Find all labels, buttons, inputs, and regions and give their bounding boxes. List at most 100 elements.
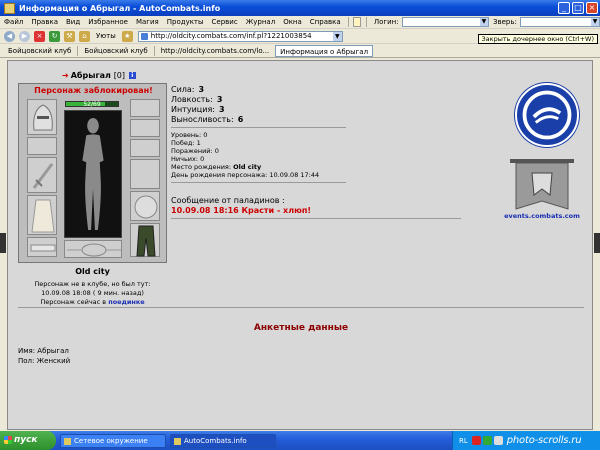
taskbar-item-autocombats[interactable]: AutoCombats.info [170, 433, 276, 448]
belt-icon [30, 244, 56, 252]
birthplace-label: Место рождения: [171, 163, 232, 171]
page-content: ➔ Абрыгал [0] i Персонаж заблокирован! 52… [7, 60, 593, 430]
menu-edit[interactable]: Правка [27, 18, 62, 26]
helmet-slot[interactable] [27, 99, 57, 135]
minimize-button[interactable]: _ [558, 2, 570, 14]
close-button[interactable]: × [586, 2, 598, 14]
taskbar-item-network[interactable]: Сетевое окружение [60, 433, 166, 448]
ornament-icon [67, 243, 121, 257]
info-icon[interactable]: i [128, 72, 136, 79]
gloves-slot[interactable] [130, 159, 160, 189]
menu-view[interactable]: Вид [62, 18, 84, 26]
stat-value: 3 [218, 105, 225, 114]
stat-agility: Ловкость: 3 [171, 95, 243, 105]
paladin-title: Сообщение от паладинов : [171, 196, 285, 205]
stat-value: 6 [237, 115, 244, 124]
section-divider [18, 307, 584, 308]
earrings-slot[interactable] [130, 99, 160, 117]
menu-help[interactable]: Справка [306, 18, 345, 26]
detail-birthday: День рождения персонажа: 10.09.08 17:44 [171, 171, 320, 179]
location-prefix: Персонаж сейчас в [40, 298, 107, 306]
tab-separator [153, 45, 155, 56]
language-indicator[interactable]: RL [459, 437, 468, 445]
stats-divider [171, 127, 346, 128]
bracers-slot[interactable] [27, 137, 57, 155]
smiley-icon[interactable] [353, 17, 362, 27]
menu-file[interactable]: Файл [0, 18, 27, 26]
stat-label: Выносливость: [171, 115, 234, 124]
stat-strength: Сила: 3 [171, 85, 243, 95]
helmet-icon [33, 104, 53, 131]
tray-icon[interactable] [471, 436, 481, 445]
stat-label: Ловкость: [171, 95, 213, 104]
login-combo[interactable]: ▼ [401, 17, 489, 27]
favorites-icon[interactable]: ★ [121, 30, 133, 42]
detail-draws: Ничьих: 0 [171, 155, 205, 163]
refresh-icon[interactable]: ↻ [49, 30, 60, 42]
stop-icon[interactable]: × [34, 30, 45, 42]
armor-slot[interactable] [27, 195, 57, 235]
details-divider [171, 182, 346, 183]
character-stats: Сила: 3 Ловкость: 3 Интуиция: 3 Выносливост… [171, 85, 243, 125]
menu-service[interactable]: Сервис [208, 18, 242, 26]
tray-icon[interactable] [493, 436, 503, 445]
tab-combats-2[interactable]: Бойцовский клуб [80, 45, 151, 57]
tab-oldcity[interactable]: http://oldcity.combats.com/lo... [157, 45, 273, 57]
detail-level: Уровень: 0 [171, 131, 208, 139]
tab-combats-1[interactable]: Бойцовский клуб [4, 45, 75, 57]
paladin-emblem-icon [522, 90, 572, 140]
start-button[interactable]: пуск [0, 431, 56, 450]
maximize-button[interactable]: □ [572, 2, 584, 14]
character-silhouette [64, 110, 122, 238]
sword-icon [32, 163, 54, 189]
address-bar[interactable]: http://oldcity.combats.com/inf.pl?122100… [137, 30, 343, 42]
stat-value: 3 [216, 95, 223, 104]
status-line-3: Персонаж сейчас в поединке [18, 298, 167, 307]
menu-journal[interactable]: Журнал [242, 18, 279, 26]
menu-magic[interactable]: Магия [132, 18, 163, 26]
character-status: Персонаж не в клубе, но был тут: 10.09.0… [18, 280, 167, 307]
character-level: [0] [113, 71, 126, 80]
forward-arrow-icon[interactable]: ▶ [19, 30, 30, 42]
belt-slot[interactable] [27, 237, 57, 257]
menu-windows[interactable]: Окна [279, 18, 306, 26]
hp-bar: 52/69 [65, 101, 119, 108]
tools-icon[interactable]: ⚒ [64, 30, 75, 42]
amulet-slot[interactable] [130, 119, 160, 137]
tray-icon[interactable] [482, 436, 492, 445]
left-panel-handle[interactable] [0, 233, 6, 253]
tab-info[interactable]: Информация о Абрыгал [275, 44, 374, 57]
tabs-bar: Бойцовский клуб Бойцовский клуб http://o… [0, 44, 600, 58]
menu-products[interactable]: Продукты [163, 18, 208, 26]
stat-endurance: Выносливость: 6 [171, 115, 243, 125]
location-link[interactable]: поединке [108, 298, 144, 306]
rings-slot[interactable] [130, 139, 160, 157]
uyuty-button[interactable]: Уюты [96, 32, 116, 40]
app-icon [4, 2, 15, 14]
back-arrow-icon[interactable]: ◀ [4, 30, 15, 42]
home-icon[interactable]: ⌂ [79, 30, 90, 42]
zver-combo[interactable]: ▼ [519, 17, 600, 27]
status-line-1: Персонаж не в клубе, но был тут: [34, 280, 151, 288]
chevron-down-icon: ▼ [591, 18, 599, 26]
paladin-emblem [515, 83, 579, 147]
paladin-divider [171, 218, 461, 219]
boots-slot[interactable] [130, 223, 160, 257]
blocked-notice: Персонаж заблокирован! [34, 86, 153, 95]
zver-label: Зверь: [492, 18, 517, 26]
character-header: ➔ Абрыгал [0] i [62, 71, 136, 80]
detail-wins: Побед: 1 [171, 139, 201, 147]
window-title: Информация о Абрыгал - AutoCombats.info [19, 3, 221, 13]
arrow-right-icon: ➔ [62, 71, 69, 80]
right-panel-handle[interactable] [594, 233, 600, 253]
banner-flag-icon [510, 159, 574, 210]
shield-slot[interactable] [130, 191, 160, 221]
shield-icon [134, 195, 158, 219]
menu-favorites[interactable]: Избранное [84, 18, 132, 26]
events-link[interactable]: events.combats.com [504, 212, 580, 220]
character-city: Old city [75, 267, 110, 276]
weapon-slot[interactable] [27, 157, 57, 193]
detail-birthplace: Место рождения: Old city [171, 163, 319, 171]
login-label: Логин: [373, 18, 399, 26]
events-banner[interactable] [506, 157, 578, 219]
